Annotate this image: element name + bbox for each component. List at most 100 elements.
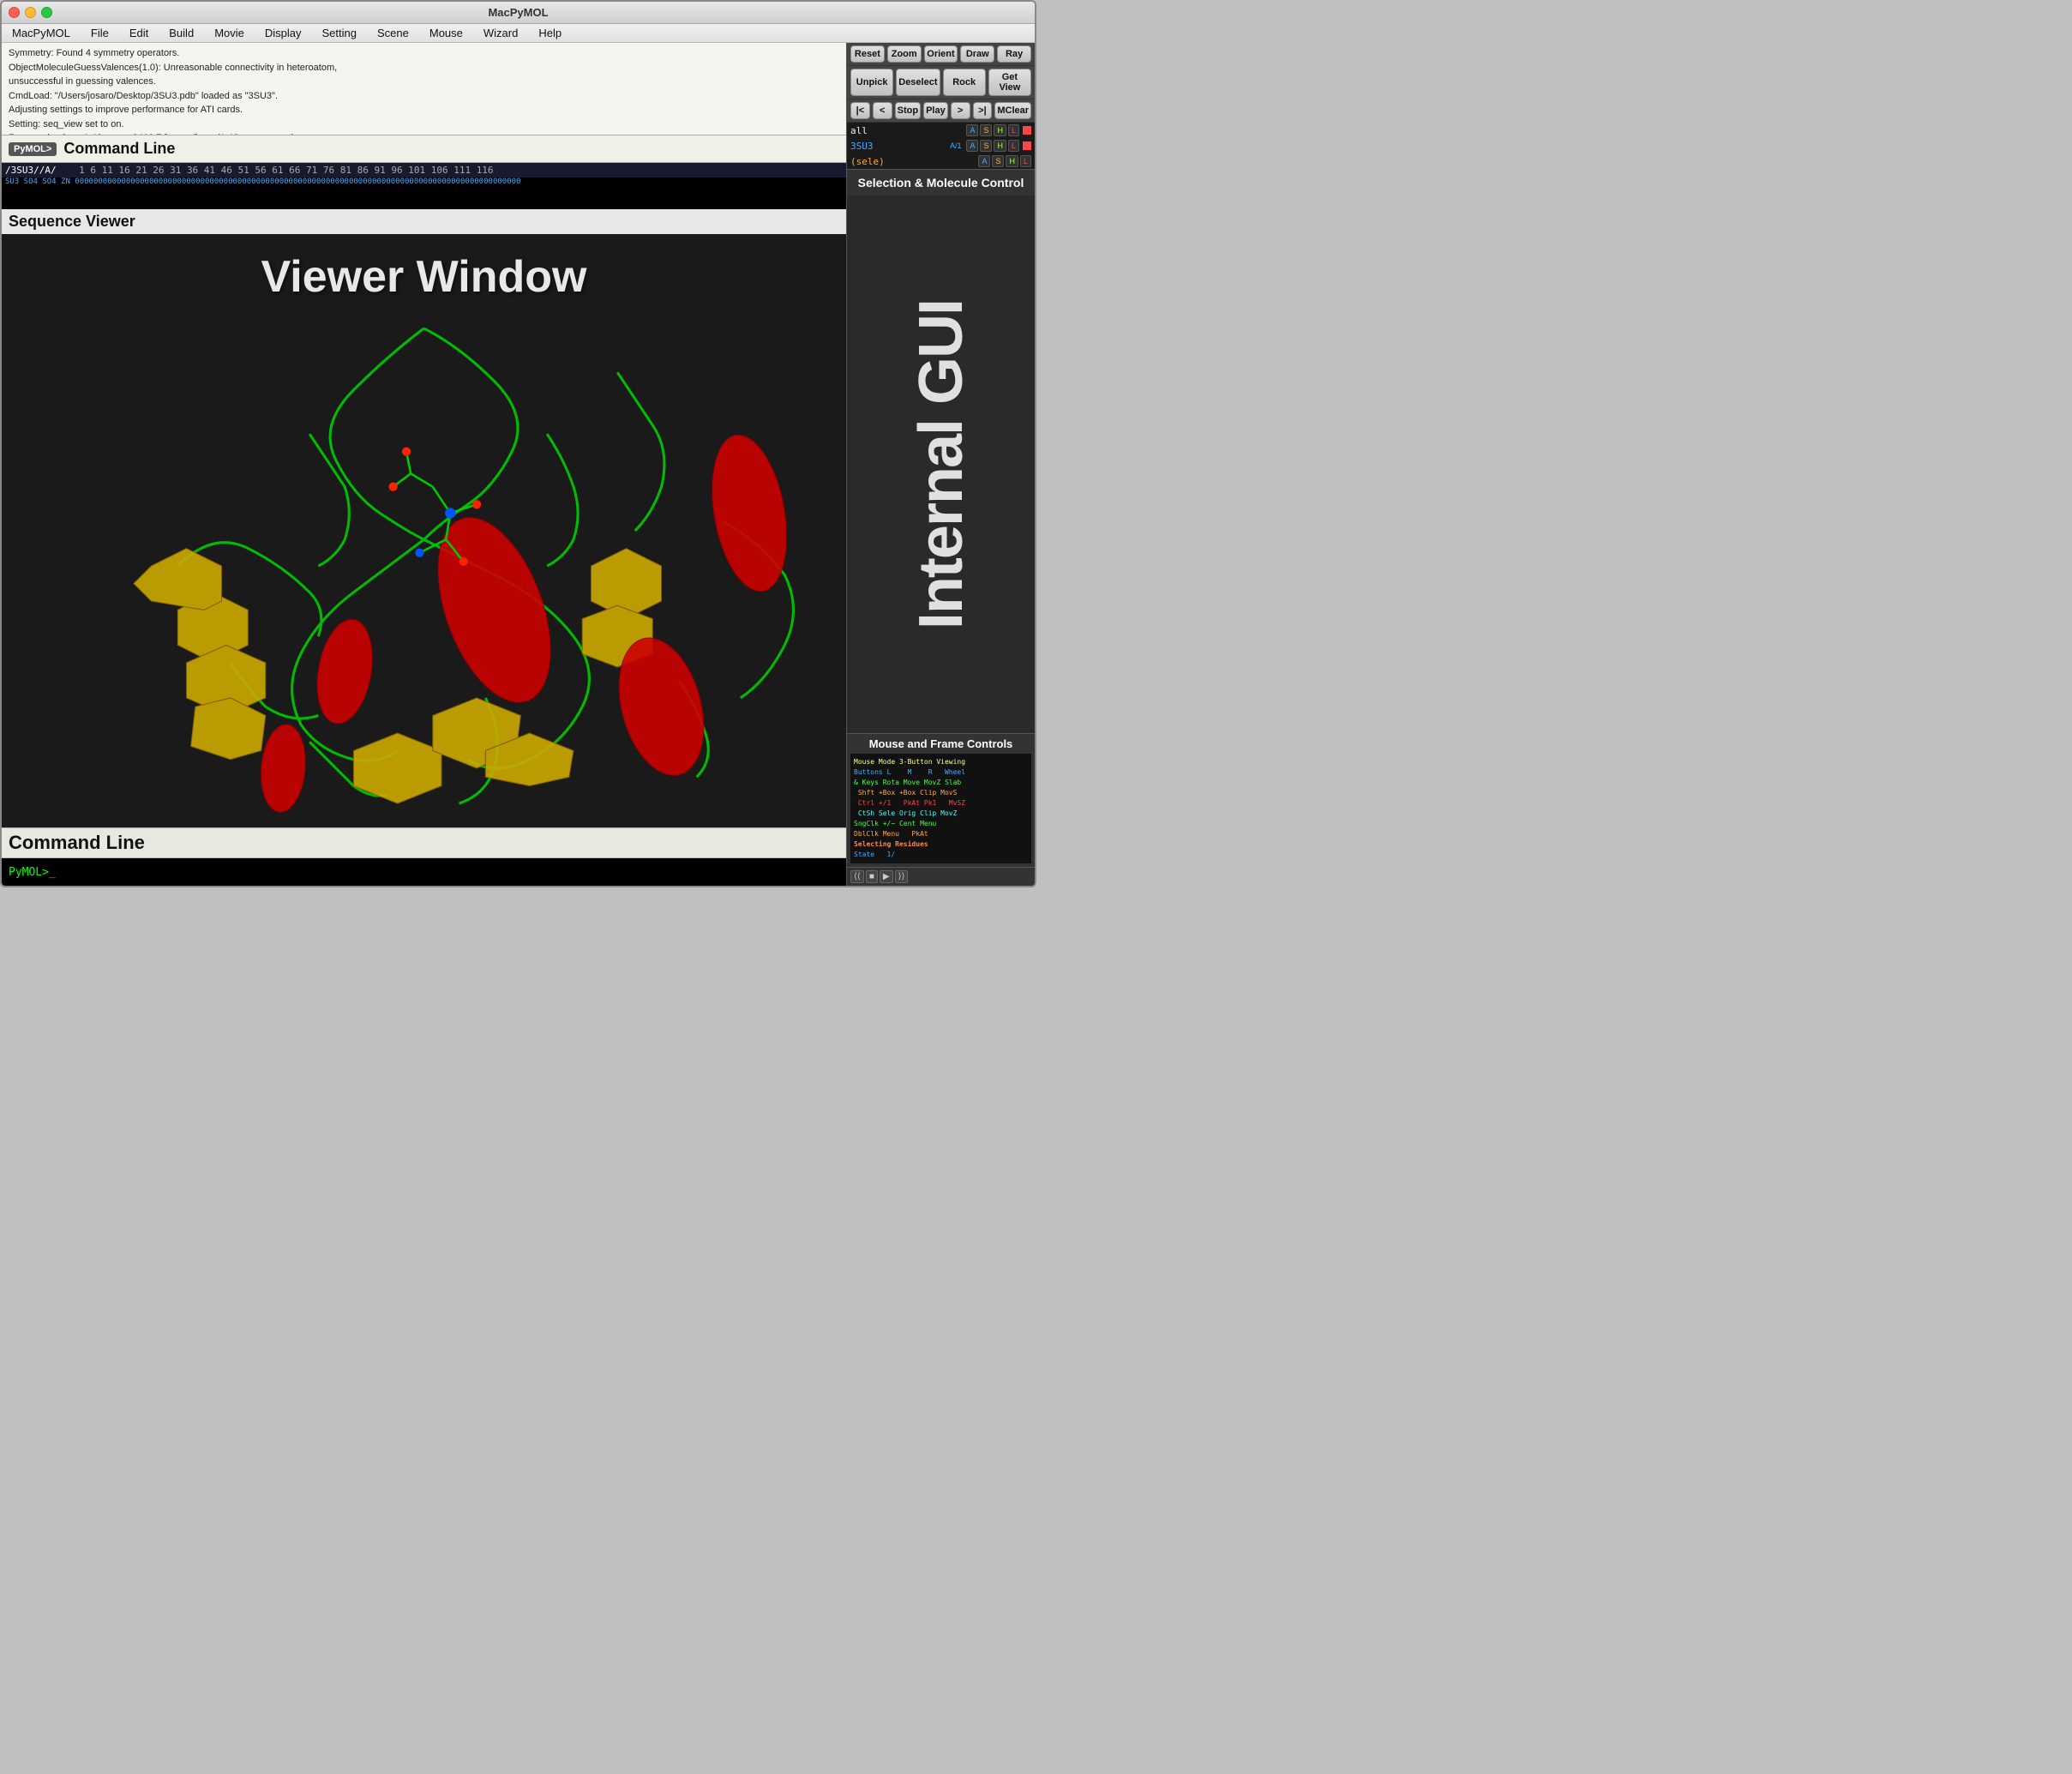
- mouse-line-6: CtSh Sele Orig Clip MovZ: [854, 809, 1028, 819]
- mol-all-a[interactable]: A: [966, 124, 978, 136]
- menu-macpymol[interactable]: MacPyMOL: [9, 26, 74, 40]
- stop-button[interactable]: Stop: [895, 102, 921, 119]
- selection-control-title: Selection & Molecule Control: [847, 170, 1035, 195]
- frame-prev-button[interactable]: <: [873, 102, 892, 119]
- mol-all-s[interactable]: S: [980, 124, 992, 136]
- mol-3su3-a[interactable]: A: [966, 140, 978, 152]
- get-view-button[interactable]: Get View: [988, 69, 1031, 96]
- mol-all-name: all: [850, 125, 964, 136]
- deselect-button[interactable]: Deselect: [896, 69, 940, 96]
- maximize-button[interactable]: [41, 7, 52, 18]
- mol-item-sele[interactable]: (sele) A S H L: [847, 153, 1035, 169]
- button-row-1: Reset Zoom Orient Draw Ray: [847, 43, 1035, 66]
- command-line-title: Command Line: [63, 140, 175, 158]
- left-panel: Symmetry: Found 4 symmetry operators. Ob…: [2, 43, 846, 886]
- frame-first-button[interactable]: |<: [850, 102, 870, 119]
- reset-button[interactable]: Reset: [850, 45, 885, 63]
- minimize-button[interactable]: [25, 7, 36, 18]
- frame-next-button[interactable]: >: [951, 102, 970, 119]
- mouse-frame-title: Mouse and Frame Controls: [850, 737, 1031, 750]
- mclear-button[interactable]: MClear: [994, 102, 1031, 119]
- window-title: MacPyMOL: [488, 6, 548, 19]
- mol-3su3-name: 3SU3: [850, 141, 948, 152]
- chain-label: /3SU3//A/: [5, 165, 57, 176]
- sequence-header: /3SU3//A/ 1 6 11 16 21 26 31 36 41 46 51…: [2, 163, 846, 177]
- mouse-line-3: & Keys Rota Move MovZ Slab: [854, 778, 1028, 788]
- sequence-residues: SU3 SO4 SO4 ZN 0000000000000000000000000…: [2, 177, 846, 186]
- mol-sele-s[interactable]: S: [992, 155, 1004, 167]
- molecule-list: all A S H L 3SU3 A/1 A S H L (se: [847, 123, 1035, 170]
- bottom-command-label: Command Line: [2, 828, 846, 858]
- window-controls[interactable]: [9, 7, 52, 18]
- zoom-button[interactable]: Zoom: [887, 45, 922, 63]
- frame-icon-pause[interactable]: ■: [866, 870, 878, 883]
- sequence-viewer-label: Sequence Viewer: [2, 209, 846, 234]
- mouse-line-1: Mouse Mode 3-Button Viewing: [854, 757, 1028, 767]
- mol-3su3-h[interactable]: H: [994, 140, 1006, 152]
- mol-sele-l[interactable]: L: [1020, 155, 1031, 167]
- mouse-controls: Mouse and Frame Controls Mouse Mode 3-Bu…: [847, 733, 1035, 867]
- ray-button[interactable]: Ray: [997, 45, 1031, 63]
- right-panel: Reset Zoom Orient Draw Ray Unpick Desele…: [846, 43, 1035, 886]
- bottom-command: Command Line PyMOL> _: [2, 827, 846, 886]
- console-line-4: CmdLoad: "/Users/josaro/Desktop/3SU3.pdb…: [9, 89, 839, 104]
- console-line-1: Symmetry: Found 4 symmetry operators.: [9, 46, 839, 61]
- frame-icon-play[interactable]: ▶: [880, 870, 893, 883]
- mol-all-l[interactable]: L: [1008, 124, 1019, 136]
- orient-button[interactable]: Orient: [924, 45, 958, 63]
- mol-sele-name: (sele): [850, 156, 976, 167]
- play-button[interactable]: Play: [923, 102, 948, 119]
- main-area: Symmetry: Found 4 symmetry operators. Ob…: [2, 43, 1035, 886]
- rock-button[interactable]: Rock: [943, 69, 986, 96]
- sequence-area: /3SU3//A/ 1 6 11 16 21 26 31 36 41 46 51…: [2, 163, 846, 209]
- viewer-window[interactable]: Viewer Window: [2, 234, 846, 827]
- menu-help[interactable]: Help: [535, 26, 565, 40]
- unpick-button[interactable]: Unpick: [850, 69, 893, 96]
- frame-last-button[interactable]: >|: [973, 102, 993, 119]
- frame-icon-fwd[interactable]: ⟩⟩: [895, 870, 909, 883]
- close-button[interactable]: [9, 7, 20, 18]
- button-row-3: |< < Stop Play > >| MClear: [847, 99, 1035, 123]
- menu-setting[interactable]: Setting: [319, 26, 360, 40]
- internal-gui-label: Internal GUI: [910, 300, 972, 629]
- selecting-status: Selecting Residues: [854, 839, 1028, 850]
- menubar: MacPyMOL File Edit Build Movie Display S…: [2, 24, 1035, 43]
- main-window: MacPyMOL MacPyMOL File Edit Build Movie …: [0, 0, 1036, 887]
- menu-mouse[interactable]: Mouse: [426, 26, 466, 40]
- mouse-line-7: SngClk +/− Cent Menu: [854, 819, 1028, 829]
- menu-file[interactable]: File: [87, 26, 112, 40]
- pymol-prompt-label: PyMOL>: [9, 142, 57, 156]
- menu-edit[interactable]: Edit: [126, 26, 152, 40]
- menu-wizard[interactable]: Wizard: [480, 26, 521, 40]
- protein-structure-svg: [2, 234, 846, 827]
- command-line-top: PyMOL> Command Line: [2, 135, 846, 163]
- bottom-cursor: _: [49, 866, 56, 879]
- menu-build[interactable]: Build: [165, 26, 197, 40]
- mouse-line-5: Ctrl +/1 PkAt Pk1 MvSZ: [854, 798, 1028, 809]
- state-label: State 1/: [854, 850, 1028, 860]
- titlebar: MacPyMOL: [2, 2, 1035, 24]
- mol-3su3-s[interactable]: S: [980, 140, 992, 152]
- mouse-line-2: Buttons L M R Wheel: [854, 767, 1028, 778]
- mol-all-h[interactable]: H: [994, 124, 1006, 136]
- mouse-info: Mouse Mode 3-Button Viewing Buttons L M …: [850, 754, 1031, 863]
- mouse-line-8: DblClk Menu PkAt: [854, 829, 1028, 839]
- mouse-line-4: Shft +Box +Box Clip MovS: [854, 788, 1028, 798]
- mol-item-all[interactable]: all A S H L: [847, 123, 1035, 138]
- frame-icon-back[interactable]: ⟨⟨: [850, 870, 864, 883]
- button-row-2: Unpick Deselect Rock Get View: [847, 66, 1035, 99]
- mol-sele-a[interactable]: A: [978, 155, 990, 167]
- mol-3su3-l[interactable]: L: [1008, 140, 1019, 152]
- console-line-2: ObjectMoleculeGuessValences(1.0): Unreas…: [9, 61, 839, 75]
- menu-display[interactable]: Display: [261, 26, 305, 40]
- mol-item-3su3[interactable]: 3SU3 A/1 A S H L: [847, 138, 1035, 153]
- console-line-6: Setting: seq_view set to on.: [9, 117, 839, 132]
- bottom-prompt-area[interactable]: PyMOL> _: [2, 858, 846, 886]
- menu-movie[interactable]: Movie: [211, 26, 248, 40]
- sequence-numbers: 1 6 11 16 21 26 31 36 41 46 51 56 61 66 …: [79, 165, 493, 176]
- mol-sele-h[interactable]: H: [1006, 155, 1018, 167]
- internal-gui: Internal GUI: [847, 195, 1035, 733]
- draw-button[interactable]: Draw: [960, 45, 994, 63]
- console-line-3: unsuccessful in guessing valences.: [9, 75, 839, 89]
- menu-scene[interactable]: Scene: [374, 26, 412, 40]
